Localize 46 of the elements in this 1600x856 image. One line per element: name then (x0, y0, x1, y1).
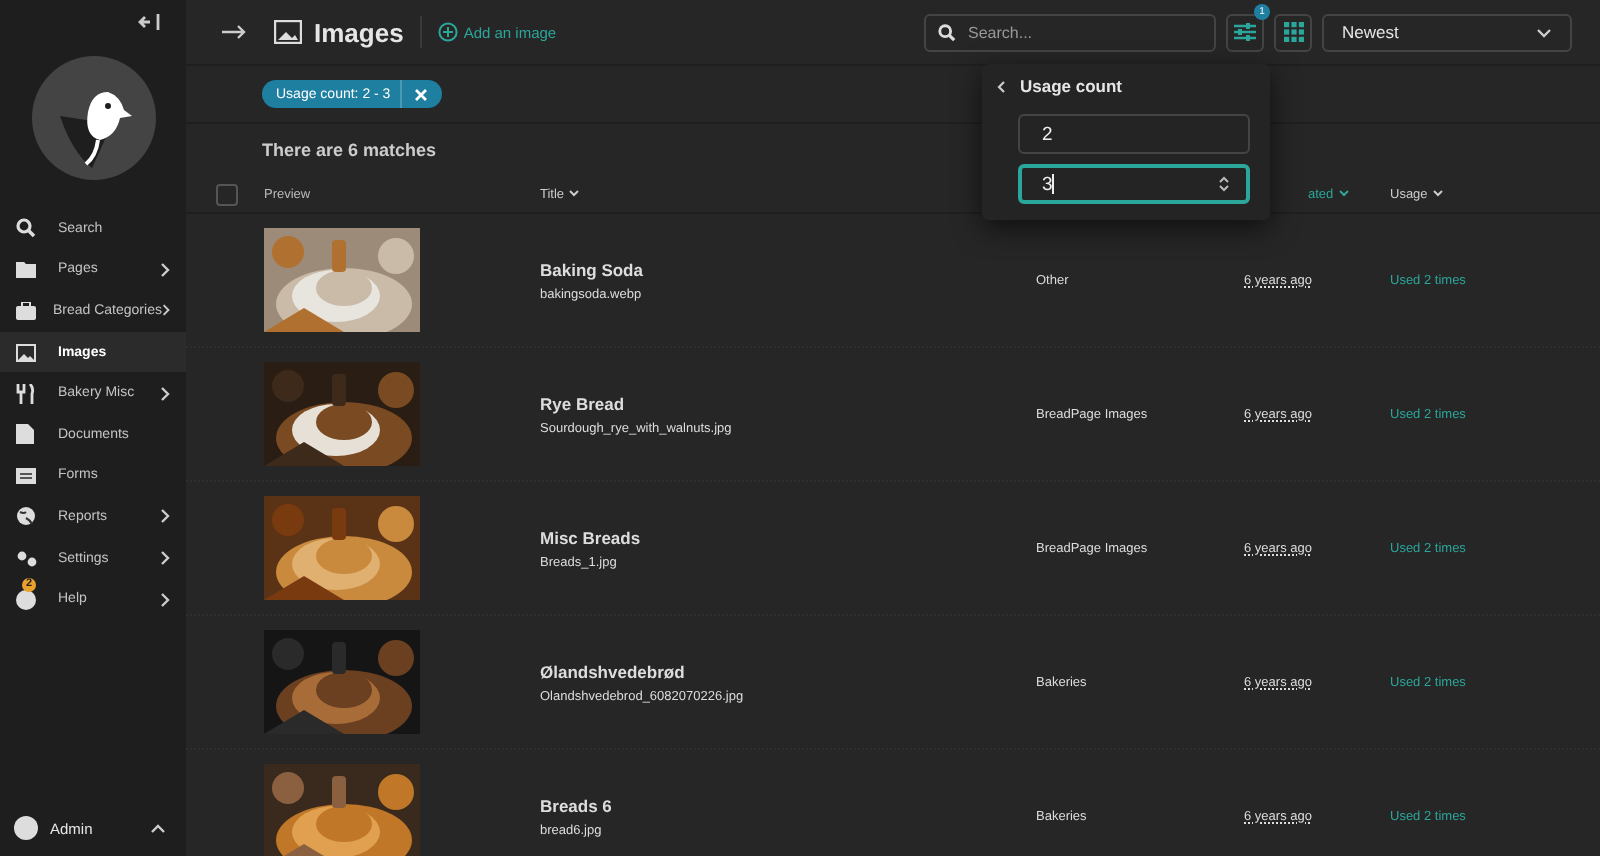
collapse-icon[interactable] (138, 12, 162, 32)
chevron-right-icon (161, 302, 170, 319)
close-icon[interactable] (414, 87, 429, 101)
folder-icon (16, 260, 36, 279)
image-title[interactable]: Baking Soda (540, 259, 1036, 279)
select-all-checkbox[interactable] (216, 183, 238, 205)
chevron-right-icon (160, 261, 170, 278)
form-icon (16, 467, 36, 484)
sort-select[interactable]: Newest (1322, 13, 1572, 51)
match-count: There are 6 matches (262, 140, 437, 160)
image-title[interactable]: Breads 6 (540, 795, 1036, 815)
plus-circle-icon (437, 22, 458, 42)
chevron-right-icon (160, 385, 170, 402)
back-chevron-icon[interactable] (996, 79, 1006, 93)
image-title[interactable]: Ølandshvedebrød (540, 661, 1036, 681)
utensils-icon (16, 383, 36, 404)
grid-view-button[interactable] (1274, 13, 1312, 51)
briefcase-icon (16, 301, 36, 320)
image-title[interactable]: Rye Bread (540, 393, 1036, 413)
page-title: Images (314, 17, 404, 47)
search-field[interactable]: Search... (924, 13, 1216, 51)
chevron-right-icon (160, 550, 170, 567)
image-icon (16, 343, 36, 362)
chevron-down-icon (1536, 27, 1552, 37)
chevron-right-icon (160, 591, 170, 608)
chevron-down-icon (1431, 190, 1444, 198)
text-cursor (1052, 174, 1054, 194)
bird-logo[interactable] (31, 56, 155, 180)
image-title[interactable]: Misc Breads (540, 527, 1036, 547)
avatar-icon (14, 816, 38, 840)
number-field[interactable]: 2 (1018, 114, 1250, 154)
search-icon (938, 23, 956, 41)
globe-icon (16, 506, 36, 527)
search-icon (16, 218, 36, 239)
arrow-right-icon[interactable] (222, 24, 246, 40)
grid-icon (1283, 22, 1303, 42)
chevron-right-icon (160, 508, 170, 525)
popup-title: Usage count (1020, 76, 1123, 96)
chevron-down-icon (568, 190, 581, 198)
chevron-down-icon (1337, 190, 1350, 198)
chevron-up-icon (150, 823, 166, 833)
document-icon (16, 424, 34, 445)
spinner-arrows-icon[interactable] (1218, 174, 1230, 194)
sliders-icon (1234, 22, 1256, 42)
number-field[interactable]: 3 (1018, 164, 1250, 204)
image-icon (274, 20, 302, 44)
